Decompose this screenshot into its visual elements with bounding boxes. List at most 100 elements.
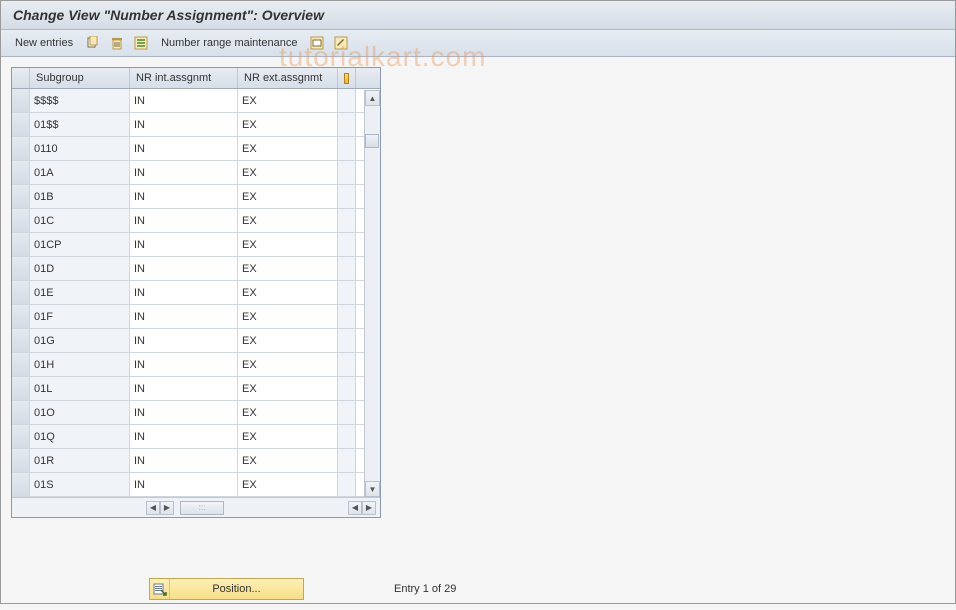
row-selector[interactable] — [12, 137, 30, 160]
cell-int-assgnmt[interactable]: IN — [130, 377, 238, 400]
cell-subgroup[interactable]: 01B — [30, 185, 130, 208]
cell-subgroup[interactable]: 01Q — [30, 425, 130, 448]
table-header: Subgroup NR int.assgnmt NR ext.assgnmt — [12, 68, 380, 89]
cell-ext-assgnmt[interactable]: EX — [238, 281, 338, 304]
cell-subgroup[interactable]: 01C — [30, 209, 130, 232]
table-row: 01OINEX — [12, 401, 380, 425]
cell-subgroup[interactable]: 0110 — [30, 137, 130, 160]
cell-ext-assgnmt[interactable]: EX — [238, 401, 338, 424]
cell-ext-assgnmt[interactable]: EX — [238, 377, 338, 400]
cell-subgroup[interactable]: 01E — [30, 281, 130, 304]
hscroll-right-button[interactable]: ▶ — [160, 501, 174, 515]
scroll-thumb[interactable] — [365, 134, 379, 148]
cell-int-assgnmt[interactable]: IN — [130, 305, 238, 328]
cell-ext-assgnmt[interactable]: EX — [238, 473, 338, 496]
row-selector[interactable] — [12, 449, 30, 472]
cell-int-assgnmt[interactable]: IN — [130, 137, 238, 160]
row-selector[interactable] — [12, 209, 30, 232]
row-selector[interactable] — [12, 257, 30, 280]
header-subgroup[interactable]: Subgroup — [30, 68, 130, 88]
cell-int-assgnmt[interactable]: IN — [130, 449, 238, 472]
cell-int-assgnmt[interactable]: IN — [130, 473, 238, 496]
table-row: 01GINEX — [12, 329, 380, 353]
cell-ext-assgnmt[interactable]: EX — [238, 113, 338, 136]
header-ext-assgnmt[interactable]: NR ext.assgnmt — [238, 68, 338, 88]
cell-int-assgnmt[interactable]: IN — [130, 353, 238, 376]
cell-int-assgnmt[interactable]: IN — [130, 161, 238, 184]
row-selector[interactable] — [12, 329, 30, 352]
cell-ext-assgnmt[interactable]: EX — [238, 425, 338, 448]
scroll-track[interactable] — [365, 106, 380, 481]
row-selector[interactable] — [12, 305, 30, 328]
new-entries-button[interactable]: New entries — [11, 37, 77, 49]
cell-ext-assgnmt[interactable]: EX — [238, 329, 338, 352]
cell-ext-assgnmt[interactable]: EX — [238, 161, 338, 184]
cell-pad — [338, 185, 356, 208]
row-selector[interactable] — [12, 161, 30, 184]
cell-subgroup[interactable]: $$$$ — [30, 89, 130, 112]
cell-ext-assgnmt[interactable]: EX — [238, 257, 338, 280]
cell-subgroup[interactable]: 01F — [30, 305, 130, 328]
cell-pad — [338, 377, 356, 400]
cell-int-assgnmt[interactable]: IN — [130, 233, 238, 256]
cell-ext-assgnmt[interactable]: EX — [238, 89, 338, 112]
cell-subgroup[interactable]: 01S — [30, 473, 130, 496]
select-block-icon[interactable] — [133, 35, 149, 51]
row-selector[interactable] — [12, 353, 30, 376]
cell-subgroup[interactable]: 01O — [30, 401, 130, 424]
cell-ext-assgnmt[interactable]: EX — [238, 305, 338, 328]
table-row: 01LINEX — [12, 377, 380, 401]
position-button[interactable]: Position... — [149, 578, 304, 600]
scroll-up-button[interactable]: ▲ — [365, 90, 380, 106]
cell-subgroup[interactable]: 01H — [30, 353, 130, 376]
hscroll-thumb[interactable]: ::: — [180, 501, 224, 515]
cell-subgroup[interactable]: 01G — [30, 329, 130, 352]
hscroll-left2-button[interactable]: ◀ — [348, 501, 362, 515]
cell-int-assgnmt[interactable]: IN — [130, 257, 238, 280]
content-area: Subgroup NR int.assgnmt NR ext.assgnmt $… — [1, 57, 955, 610]
row-selector[interactable] — [12, 89, 30, 112]
row-selector[interactable] — [12, 113, 30, 136]
cell-ext-assgnmt[interactable]: EX — [238, 233, 338, 256]
cell-int-assgnmt[interactable]: IN — [130, 89, 238, 112]
hscroll-right2-button[interactable]: ▶ — [362, 501, 376, 515]
delete-icon[interactable] — [109, 35, 125, 51]
cell-subgroup[interactable]: 01A — [30, 161, 130, 184]
cell-int-assgnmt[interactable]: IN — [130, 281, 238, 304]
cell-pad — [338, 329, 356, 352]
row-selector[interactable] — [12, 401, 30, 424]
cell-ext-assgnmt[interactable]: EX — [238, 185, 338, 208]
change-icon[interactable] — [333, 35, 349, 51]
cell-ext-assgnmt[interactable]: EX — [238, 449, 338, 472]
cell-ext-assgnmt[interactable]: EX — [238, 209, 338, 232]
cell-int-assgnmt[interactable]: IN — [130, 329, 238, 352]
scroll-down-button[interactable]: ▼ — [365, 481, 380, 497]
row-selector[interactable] — [12, 281, 30, 304]
cell-subgroup[interactable]: 01$$ — [30, 113, 130, 136]
cell-int-assgnmt[interactable]: IN — [130, 401, 238, 424]
cell-int-assgnmt[interactable]: IN — [130, 209, 238, 232]
cell-int-assgnmt[interactable]: IN — [130, 185, 238, 208]
cell-subgroup[interactable]: 01R — [30, 449, 130, 472]
page-title-text: Change View "Number Assignment": Overvie… — [13, 7, 324, 23]
row-selector[interactable] — [12, 473, 30, 496]
cell-subgroup[interactable]: 01CP — [30, 233, 130, 256]
hscroll-left-button[interactable]: ◀ — [146, 501, 160, 515]
header-int-assgnmt[interactable]: NR int.assgnmt — [130, 68, 238, 88]
cell-subgroup[interactable]: 01D — [30, 257, 130, 280]
table-row: 01EINEX — [12, 281, 380, 305]
cell-int-assgnmt[interactable]: IN — [130, 113, 238, 136]
table-row: 01DINEX — [12, 257, 380, 281]
row-selector[interactable] — [12, 233, 30, 256]
cell-int-assgnmt[interactable]: IN — [130, 425, 238, 448]
display-icon[interactable] — [309, 35, 325, 51]
copy-icon[interactable] — [85, 35, 101, 51]
cell-ext-assgnmt[interactable]: EX — [238, 137, 338, 160]
cell-ext-assgnmt[interactable]: EX — [238, 353, 338, 376]
row-selector[interactable] — [12, 377, 30, 400]
header-select-all[interactable] — [12, 68, 30, 88]
cell-subgroup[interactable]: 01L — [30, 377, 130, 400]
row-selector[interactable] — [12, 185, 30, 208]
row-selector[interactable] — [12, 425, 30, 448]
column-config-button[interactable] — [338, 68, 356, 88]
